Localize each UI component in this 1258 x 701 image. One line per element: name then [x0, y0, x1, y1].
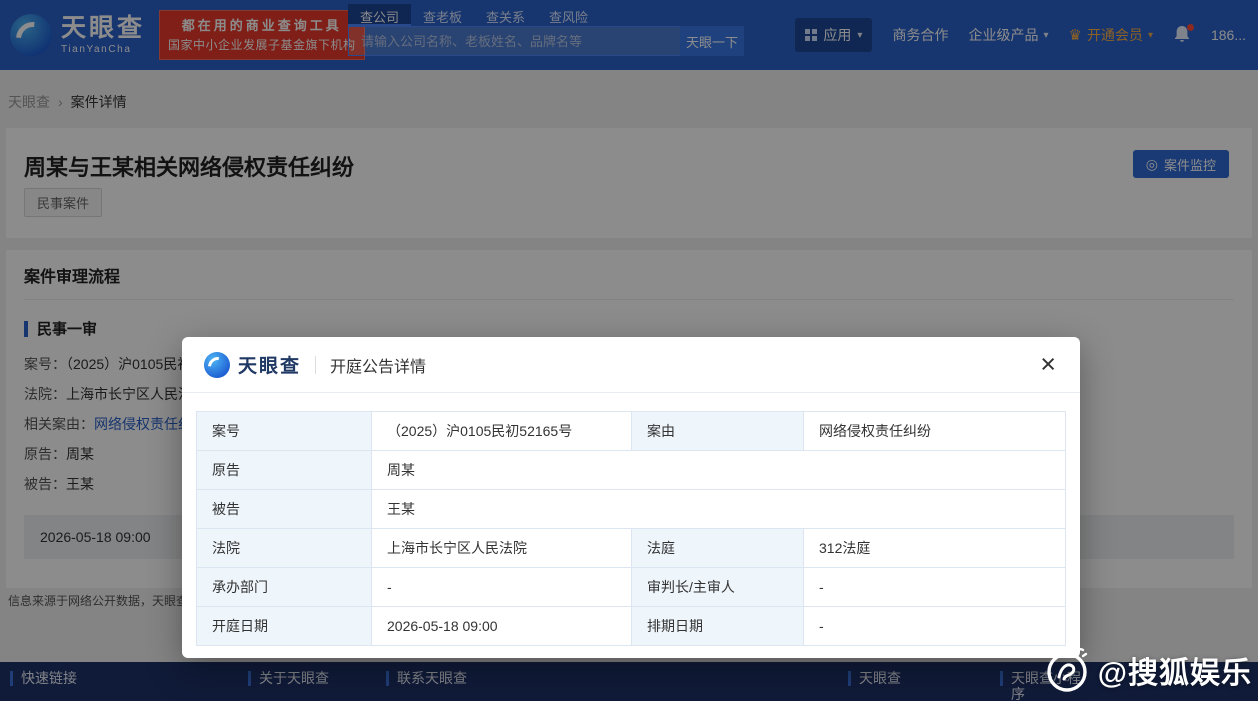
cell-label: 法庭 [631, 528, 804, 568]
table-row: 被告 王某 [196, 489, 1066, 529]
tianyancha-eye-icon [204, 351, 230, 378]
cell-value: 2026-05-18 09:00 [371, 606, 632, 646]
table-row: 开庭日期 2026-05-18 09:00 排期日期 - [196, 606, 1066, 646]
divider [315, 355, 317, 374]
cell-value: 网络侵权责任纠纷 [803, 411, 1066, 451]
cell-value: 上海市长宁区人民法院 [371, 528, 632, 568]
sohu-logo-icon [1047, 648, 1087, 692]
cell-value: （2025）沪0105民初52165号 [371, 411, 632, 451]
cell-label: 案号 [196, 411, 372, 451]
cell-value: - [371, 567, 632, 607]
cell-label: 承办部门 [196, 567, 372, 607]
cell-label: 排期日期 [631, 606, 804, 646]
table-row: 案号 （2025）沪0105民初52165号 案由 网络侵权责任纠纷 [196, 411, 1066, 451]
cell-label: 法院 [196, 528, 372, 568]
hearing-detail-table: 案号 （2025）沪0105民初52165号 案由 网络侵权责任纠纷 原告 周某… [196, 411, 1066, 646]
sohu-watermark: @搜狐娱乐 [1043, 646, 1252, 694]
cell-value: 周某 [371, 450, 1066, 490]
cell-label: 案由 [631, 411, 804, 451]
modal-logo-text: 天眼查 [238, 356, 302, 377]
tianyancha-case-page: 天眼查 TianYanCha 都在用的商业查询工具 国家中小企业发展子基金旗下机… [0, 0, 1258, 701]
watermark-text: @搜狐娱乐 [1097, 657, 1252, 690]
cell-value: 312法庭 [803, 528, 1066, 568]
table-row: 承办部门 - 审判长/主审人 - [196, 567, 1066, 607]
cell-label: 原告 [196, 450, 372, 490]
cell-value: - [803, 567, 1066, 607]
cell-label: 被告 [196, 489, 372, 529]
cell-value: - [803, 606, 1066, 646]
modal-header: 天眼查 开庭公告详情 × [182, 337, 1080, 393]
table-row: 法院 上海市长宁区人民法院 法庭 312法庭 [196, 528, 1066, 568]
cell-value: 王某 [371, 489, 1066, 529]
cell-label: 开庭日期 [196, 606, 372, 646]
hearing-announcement-modal: 天眼查 开庭公告详情 × 案号 （2025）沪0105民初52165号 案由 网… [182, 337, 1080, 658]
table-row: 原告 周某 [196, 450, 1066, 490]
cell-label: 审判长/主审人 [631, 567, 804, 607]
modal-title: 开庭公告详情 [330, 358, 427, 376]
close-icon[interactable]: × [1038, 351, 1058, 378]
